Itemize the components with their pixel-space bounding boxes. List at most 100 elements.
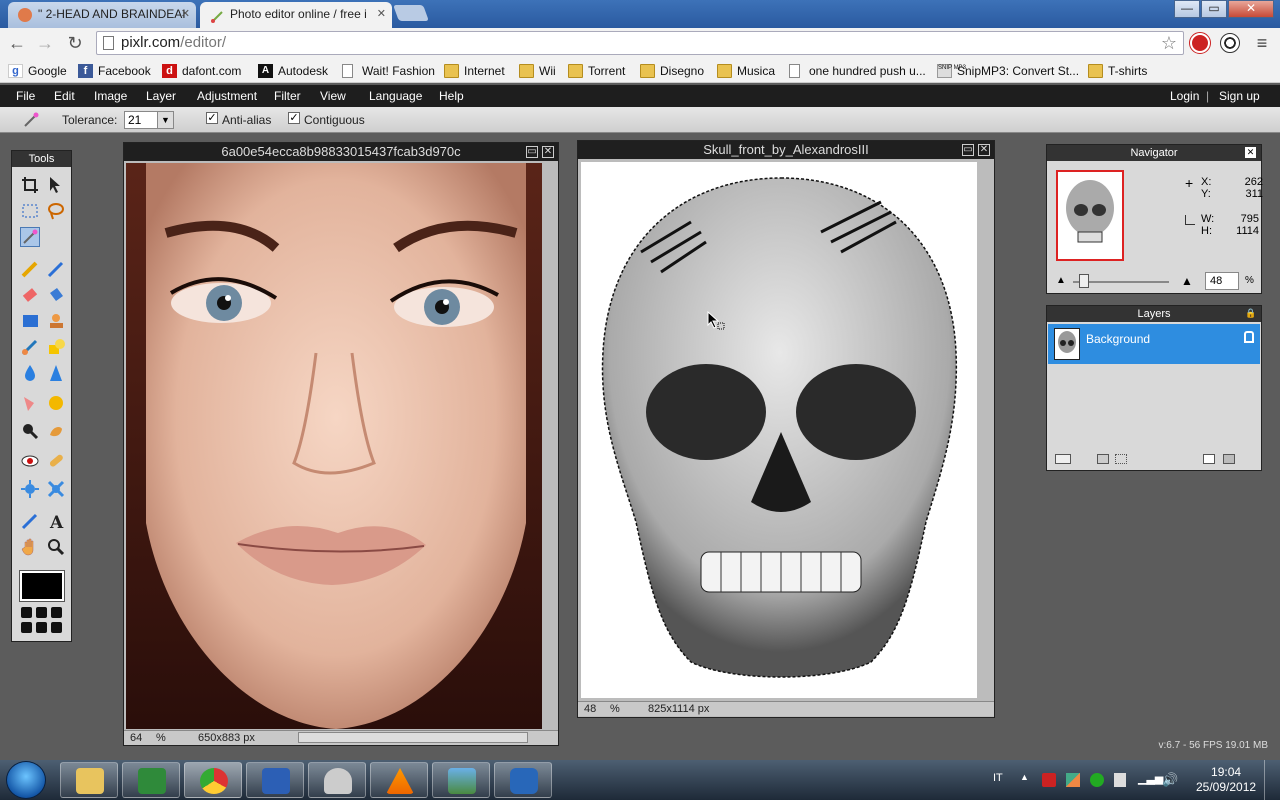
network-signal-icon[interactable]: ▁▃▅ [1138, 772, 1163, 785]
window-title-bar[interactable]: Skull_front_by_AlexandrosIII ▭ ✕ [578, 141, 994, 159]
reload-icon[interactable]: ↻ [64, 32, 86, 54]
red-eye-tool-icon[interactable] [20, 451, 40, 471]
bookmark-folder-torrent[interactable]: Torrent [568, 62, 625, 80]
menu-language[interactable]: Language [369, 89, 422, 103]
new-tab-button[interactable] [393, 5, 429, 21]
bookmark-facebook[interactable]: f Facebook [78, 62, 151, 80]
antialias-checkbox[interactable]: ✓ [206, 112, 218, 124]
image-window-skull[interactable]: Skull_front_by_AlexandrosIII ▭ ✕ 48 % 82… [577, 140, 995, 718]
face-photo-canvas[interactable] [126, 163, 542, 729]
menu-filter[interactable]: Filter [274, 89, 301, 103]
maximize-icon[interactable]: ▭ [962, 144, 974, 156]
color-picker-tool-icon[interactable] [20, 511, 40, 531]
taskbar-chrome[interactable] [184, 762, 242, 798]
brush-tool-icon[interactable] [46, 259, 66, 279]
menu-adjustment[interactable]: Adjustment [197, 89, 257, 103]
eraser-tool-icon[interactable] [20, 285, 40, 305]
tray-expand-icon[interactable]: ▲ [1020, 772, 1029, 782]
menu-file[interactable]: File [16, 89, 35, 103]
horizontal-scrollbar[interactable] [298, 732, 528, 743]
bookmark-folder-tshirts[interactable]: T-shirts [1088, 62, 1147, 80]
trash-icon[interactable] [1223, 454, 1235, 464]
taskbar-word[interactable] [246, 762, 304, 798]
spot-heal-tool-icon[interactable] [46, 451, 66, 471]
layer-row-background[interactable]: Background [1048, 324, 1260, 364]
taskbar-photo-viewer[interactable] [432, 762, 490, 798]
paint-bucket-tool-icon[interactable] [46, 285, 66, 305]
taskbar-explorer[interactable] [60, 762, 118, 798]
sponge-tool-icon[interactable] [46, 393, 66, 413]
taskbar-usb[interactable] [308, 762, 366, 798]
layer-name[interactable]: Background [1086, 332, 1150, 346]
swatch-button[interactable] [36, 607, 47, 618]
maximize-button[interactable]: ▭ [1201, 0, 1227, 18]
utorrent-tray-icon[interactable] [1090, 773, 1104, 787]
magic-wand-tool-icon[interactable] [20, 227, 40, 247]
zoom-out-icon[interactable]: ▲ [1056, 275, 1066, 286]
menu-edit[interactable]: Edit [54, 89, 75, 103]
bookmark-folder-disegno[interactable]: Disegno [640, 62, 704, 80]
back-arrow-icon[interactable]: ← [6, 32, 28, 54]
move-tool-icon[interactable] [46, 175, 66, 195]
crop-tool-icon[interactable] [20, 175, 40, 195]
bookmark-google[interactable]: g Google [8, 62, 67, 80]
new-layer-icon[interactable] [1203, 454, 1215, 464]
tab-pixlr[interactable]: Photo editor online / free i ✕ [200, 2, 392, 28]
bookmark-star-icon[interactable]: ☆ [1161, 32, 1177, 54]
window-title-bar[interactable]: 6a00e54ecca8b98833015437fcab3d970c ▭ ✕ [124, 143, 558, 161]
zoom-input[interactable]: 48 [1205, 272, 1239, 290]
hand-tool-icon[interactable] [20, 537, 40, 557]
minimize-button[interactable]: — [1174, 0, 1200, 18]
contiguous-checkbox[interactable]: ✓ [288, 112, 300, 124]
clone-stamp-tool-icon[interactable] [46, 311, 66, 331]
forward-arrow-icon[interactable]: → [34, 32, 56, 54]
taskbar-camera[interactable] [494, 762, 552, 798]
antivirus-tray-icon[interactable] [1042, 773, 1056, 787]
app-tray-icon[interactable] [1066, 773, 1080, 787]
tab-close-icon[interactable]: ✕ [377, 2, 386, 26]
bloat-tool-icon[interactable] [20, 479, 40, 499]
bookmark-folder-musica[interactable]: Musica [717, 62, 775, 80]
start-button[interactable] [6, 761, 46, 799]
maximize-icon[interactable]: ▭ [526, 146, 538, 158]
bookmark-snipmp3[interactable]: SNIP MP3 SnipMP3: Convert St... [937, 62, 1079, 80]
swatch-button[interactable] [36, 622, 47, 633]
smudge-tool-icon[interactable] [20, 393, 40, 413]
bookmark-dafont[interactable]: d dafont.com [162, 62, 241, 80]
zoom-slider-thumb[interactable] [1079, 274, 1089, 288]
pinch-tool-icon[interactable] [46, 479, 66, 499]
layer-mask-icon[interactable] [1097, 454, 1109, 464]
layer-style-icon[interactable] [1115, 454, 1127, 464]
drawing-tool-icon[interactable] [46, 337, 66, 357]
language-indicator[interactable]: IT [993, 772, 1003, 784]
wrench-menu-icon[interactable]: ≡ [1252, 33, 1272, 53]
tab-close-icon[interactable]: ✕ [181, 2, 190, 26]
type-tool-icon[interactable]: A [46, 511, 66, 533]
burn-tool-icon[interactable] [46, 421, 66, 441]
swatch-button[interactable] [21, 622, 32, 633]
close-icon[interactable]: ✕ [978, 144, 990, 156]
tolerance-input[interactable]: 21 ▼ [124, 111, 174, 129]
system-clock[interactable]: 19:04 25/09/2012 [1196, 765, 1256, 795]
color-replace-tool-icon[interactable] [20, 337, 40, 357]
menu-help[interactable]: Help [439, 89, 464, 103]
swatch-button[interactable] [51, 622, 62, 633]
volume-icon[interactable]: 🔊 [1162, 772, 1178, 788]
menu-layer[interactable]: Layer [146, 89, 176, 103]
blur-tool-icon[interactable] [20, 363, 40, 383]
signup-link[interactable]: Sign up [1219, 89, 1260, 103]
menu-image[interactable]: Image [94, 89, 127, 103]
bookmark-folder-internet[interactable]: Internet [444, 62, 505, 80]
dodge-tool-icon[interactable] [20, 421, 40, 441]
layer-lock-icon[interactable] [1244, 331, 1254, 343]
sharpen-tool-icon[interactable] [46, 363, 66, 383]
close-window-button[interactable]: ✕ [1228, 0, 1274, 18]
lasso-tool-icon[interactable] [46, 201, 66, 221]
soccer-extension-icon[interactable] [1220, 33, 1240, 53]
show-desktop-button[interactable] [1264, 760, 1280, 800]
url-input[interactable]: pixlr.com/editor/ ☆ [96, 31, 1184, 55]
close-icon[interactable]: ✕ [1245, 147, 1256, 158]
bookmark-autodesk[interactable]: A Autodesk [258, 62, 328, 80]
bookmark-push-ups[interactable]: one hundred push u... [789, 62, 926, 80]
chevron-down-icon[interactable]: ▼ [157, 112, 173, 128]
